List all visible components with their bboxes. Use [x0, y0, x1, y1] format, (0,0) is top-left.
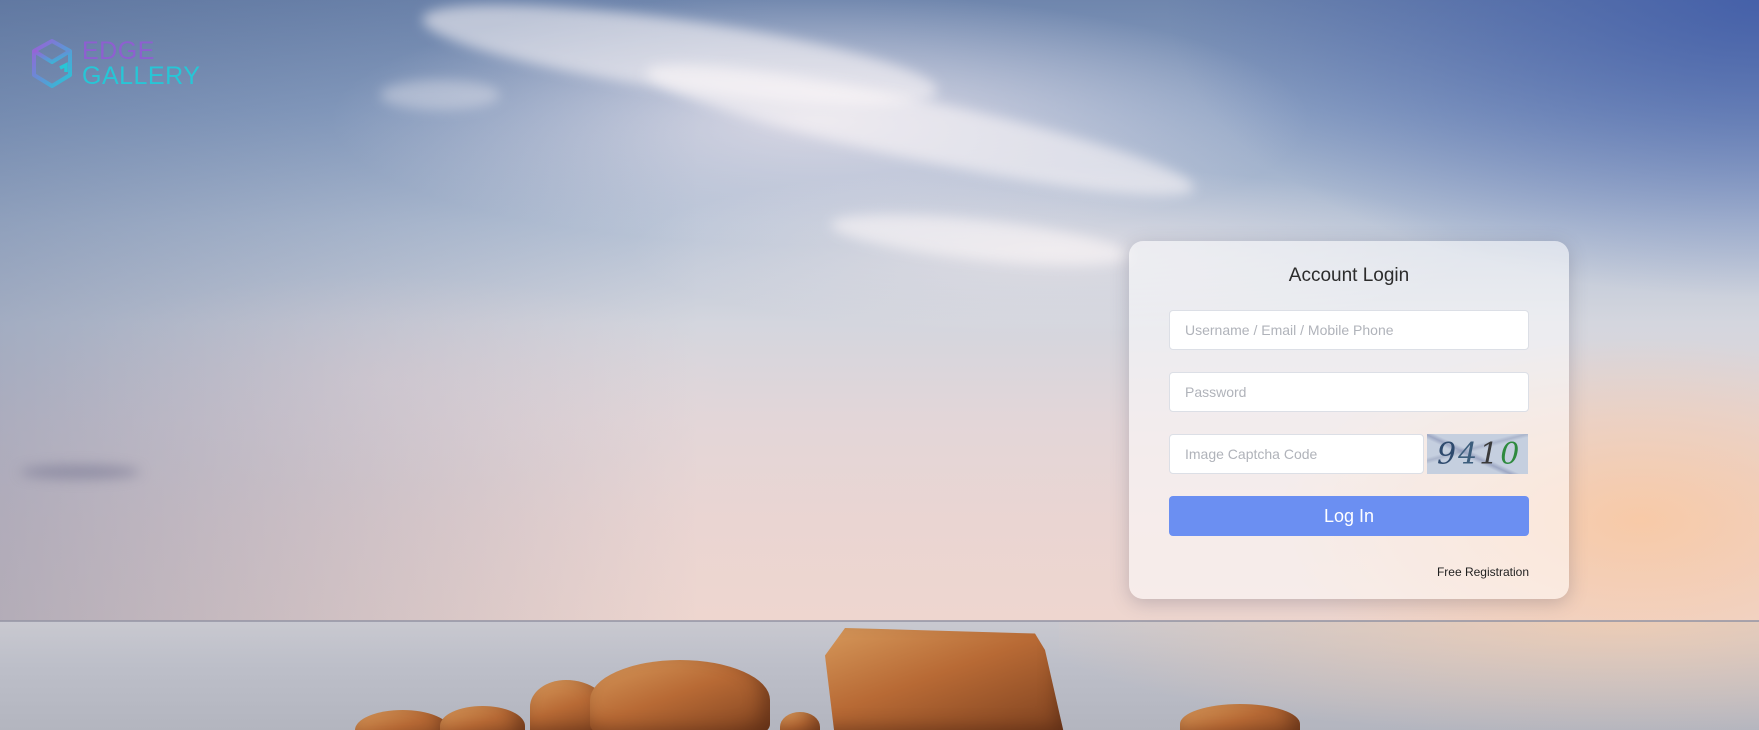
captcha-digit: 9	[1437, 437, 1459, 472]
free-registration-link[interactable]: Free Registration	[1437, 565, 1529, 579]
username-input[interactable]	[1169, 310, 1529, 350]
login-title: Account Login	[1288, 265, 1410, 286]
captcha-image[interactable]: 9410	[1427, 434, 1528, 474]
captcha-digits: 9410	[1437, 437, 1521, 472]
captcha-digit: 1	[1479, 437, 1501, 472]
cloud	[380, 80, 500, 110]
login-card: Account Login 9410 Log In Free Registrat…	[1129, 241, 1569, 599]
brand-line-1: EDGE	[82, 37, 155, 65]
captcha-digit: 4	[1458, 437, 1480, 472]
brand-logo[interactable]: EDGE GALLERY	[30, 38, 200, 90]
brand-line-2: GALLERY	[82, 62, 201, 90]
rock	[825, 628, 1065, 730]
rock	[590, 660, 770, 730]
captcha-digit: 0	[1500, 437, 1522, 472]
cube-logo-icon	[32, 39, 72, 88]
sky-shade	[0, 0, 700, 622]
cloud	[20, 465, 140, 479]
captcha-input[interactable]	[1169, 434, 1424, 474]
brand-name: EDGE GALLERY	[82, 39, 200, 89]
horizon-line	[0, 620, 1759, 622]
login-button[interactable]: Log In	[1169, 496, 1529, 536]
sea-glow	[1059, 621, 1759, 730]
login-page: EDGE GALLERY Account Login 9410 Log In F…	[0, 0, 1759, 730]
password-input[interactable]	[1169, 372, 1529, 412]
